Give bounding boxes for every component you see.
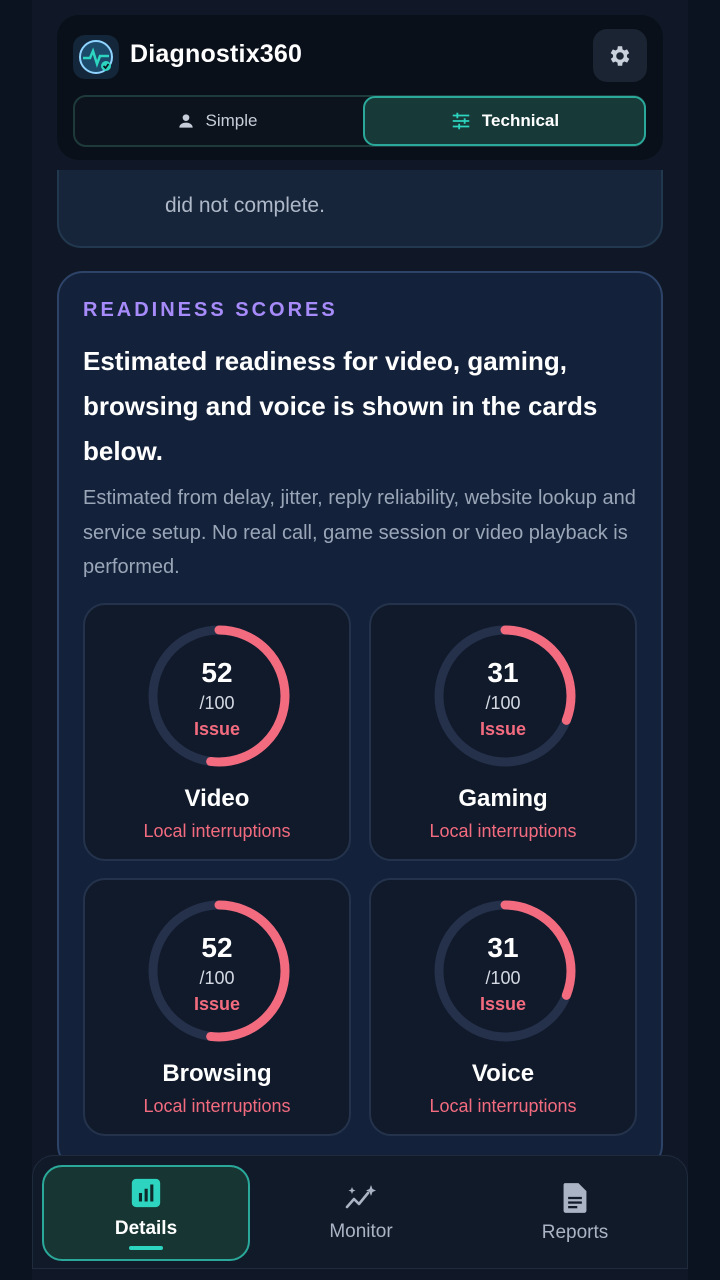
nav-details[interactable]: Details <box>42 1165 250 1261</box>
nav-monitor[interactable]: Monitor <box>257 1156 465 1270</box>
mode-technical-button[interactable]: Technical <box>363 96 646 146</box>
previous-card: did not complete. <box>57 170 663 248</box>
score-max: /100 <box>199 693 235 713</box>
app-title: Diagnostix360 <box>130 40 303 68</box>
score-card-note: Local interruptions <box>143 821 291 841</box>
app-logo-icon <box>73 35 119 79</box>
score-card-title: Video <box>184 785 250 812</box>
score-value: 52 <box>201 932 233 963</box>
score-card-browsing[interactable]: 52 /100 Issue Browsing Local interruptio… <box>83 878 351 1136</box>
score-value: 31 <box>487 657 519 688</box>
mode-simple-label: Simple <box>205 111 258 130</box>
settings-button[interactable] <box>593 29 647 82</box>
nav-details-label: Details <box>114 1218 178 1239</box>
section-headline: Estimated readiness for video, gaming, b… <box>83 346 598 466</box>
person-icon <box>178 114 193 128</box>
mode-toggle: Simple Technical <box>73 95 646 147</box>
score-value: 52 <box>201 657 233 688</box>
gear-icon <box>610 45 630 66</box>
previous-card-text: did not complete. <box>165 194 325 217</box>
score-max: /100 <box>485 968 521 988</box>
score-value: 31 <box>487 932 519 963</box>
readiness-section: READINESS SCORES Estimated readiness for… <box>57 271 663 1171</box>
bar-chart-icon <box>131 1178 161 1208</box>
nav-reports-label: Reports <box>541 1222 609 1243</box>
score-max: /100 <box>485 693 521 713</box>
score-card-title: Browsing <box>162 1060 272 1087</box>
score-status: Issue <box>193 994 241 1014</box>
activity-sparkle-icon <box>345 1185 376 1209</box>
score-status: Issue <box>479 719 527 739</box>
score-card-note: Local interruptions <box>143 1096 291 1116</box>
sliders-icon <box>452 112 470 130</box>
score-card-note: Local interruptions <box>429 1096 577 1116</box>
score-card-voice[interactable]: 31 /100 Issue Voice Local interruptions <box>369 878 637 1136</box>
app-header: Diagnostix360 Simple Technical <box>57 15 663 160</box>
nav-reports[interactable]: Reports <box>471 1156 679 1270</box>
section-eyebrow: READINESS SCORES <box>83 299 338 321</box>
score-card-gaming[interactable]: 31 /100 Issue Gaming Local interruptions <box>369 603 637 861</box>
bottom-nav: Details Monitor Reports <box>32 1155 688 1269</box>
score-card-title: Gaming <box>458 785 548 812</box>
mode-technical-label: Technical <box>481 111 560 130</box>
section-description: Estimated from delay, jitter, reply reli… <box>83 487 636 578</box>
score-card-note: Local interruptions <box>429 821 577 841</box>
score-status: Issue <box>479 994 527 1014</box>
score-max: /100 <box>199 968 235 988</box>
score-card-video[interactable]: 52 /100 Issue Video Local interruptions <box>83 603 351 861</box>
score-status: Issue <box>193 719 241 739</box>
nav-active-indicator <box>129 1246 163 1250</box>
document-icon <box>563 1183 587 1213</box>
nav-monitor-label: Monitor <box>329 1221 393 1242</box>
score-card-title: Voice <box>471 1060 535 1087</box>
mode-simple-button[interactable]: Simple <box>75 97 358 145</box>
